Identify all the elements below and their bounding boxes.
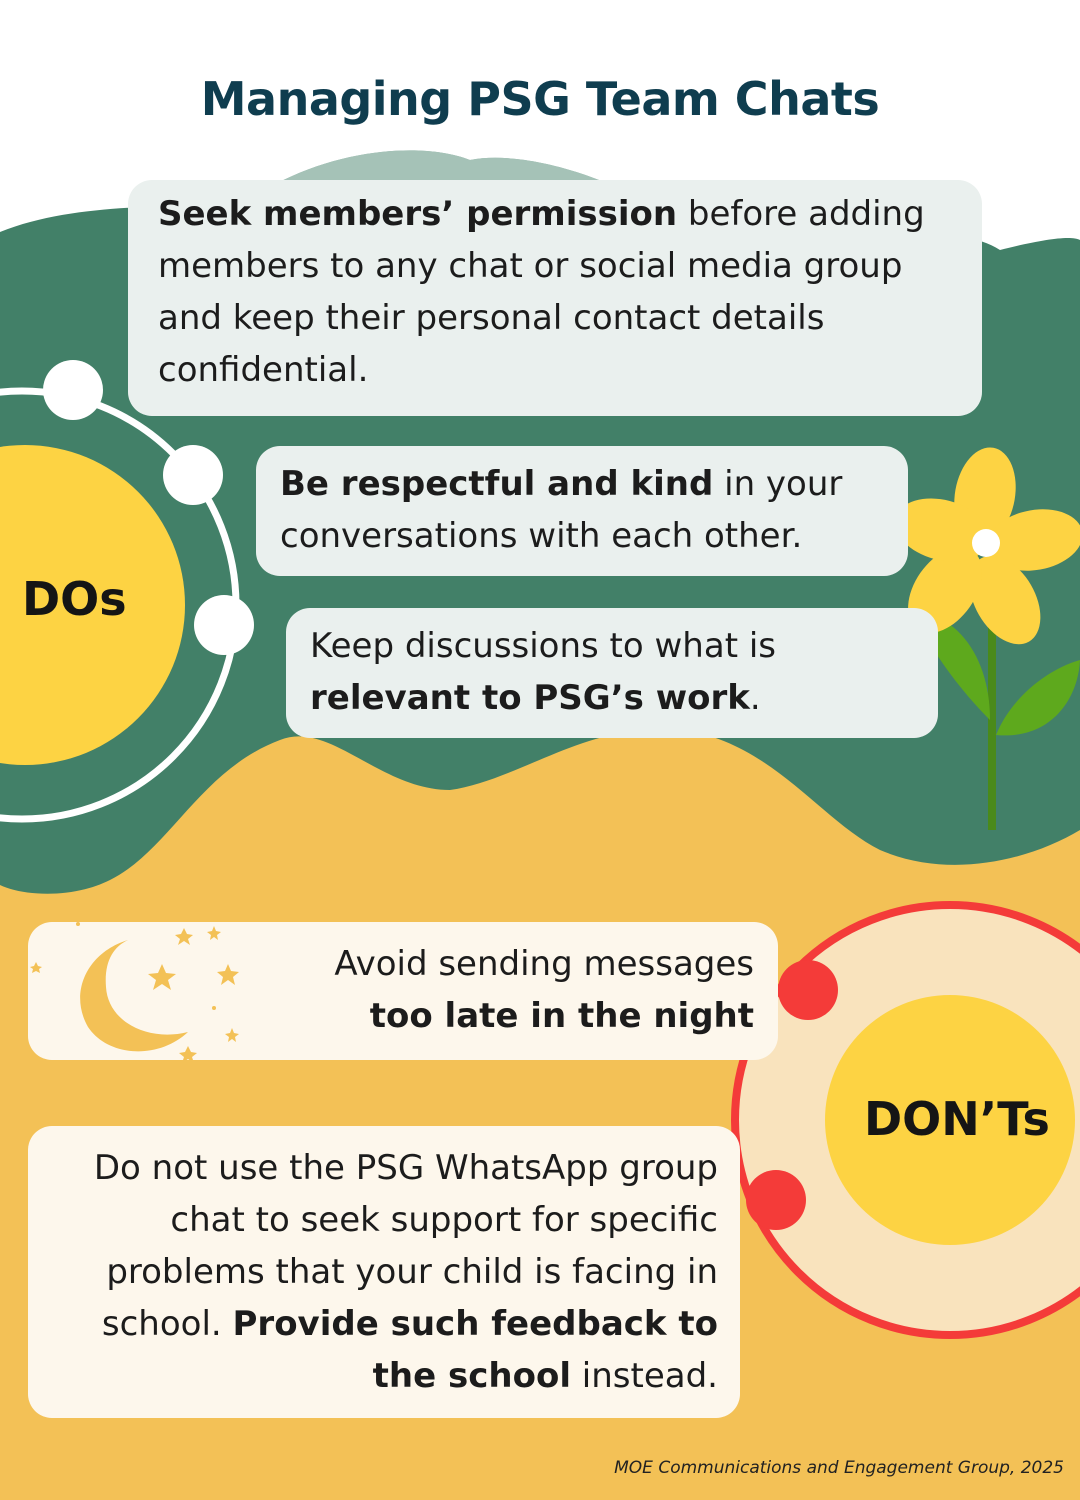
do-card-bold: Seek members’ permission	[158, 194, 678, 234]
do-card-respectful: Be respectful and kind in your conversat…	[256, 446, 908, 576]
page-title: Managing PSG Team Chats	[200, 72, 880, 126]
do-card-bold: Be respectful and kind	[280, 464, 714, 504]
dont-card-text: Avoid sending messages	[334, 944, 754, 984]
orbit-dot	[43, 360, 103, 420]
orbit-dot	[194, 595, 254, 655]
dos-label: DOs	[22, 572, 127, 626]
credit-line: MOE Communications and Engagement Group,…	[614, 1458, 1064, 1478]
orbit-dot-red	[746, 1170, 806, 1230]
do-card-text: Keep discussions to what is	[310, 626, 776, 666]
orbit-dot-red	[778, 960, 838, 1020]
dont-card-text: instead.	[571, 1356, 718, 1396]
moon-icon	[30, 922, 239, 1060]
dont-card-bold: too late in the night	[369, 996, 754, 1036]
do-card-text: .	[749, 678, 761, 718]
do-card-relevant: Keep discussions to what is relevant to …	[286, 608, 938, 738]
dont-card-whatsapp: Do not use the PSG WhatsApp group chat t…	[28, 1126, 740, 1418]
donts-label: DON’Ts	[864, 1092, 1050, 1146]
do-card-bold: relevant to PSG’s work	[310, 678, 750, 718]
do-card-permission: Seek members’ permission before adding m…	[128, 180, 982, 416]
dont-card-late-night: Avoid sending messages too late in the n…	[28, 922, 778, 1060]
orbit-dot	[163, 445, 223, 505]
